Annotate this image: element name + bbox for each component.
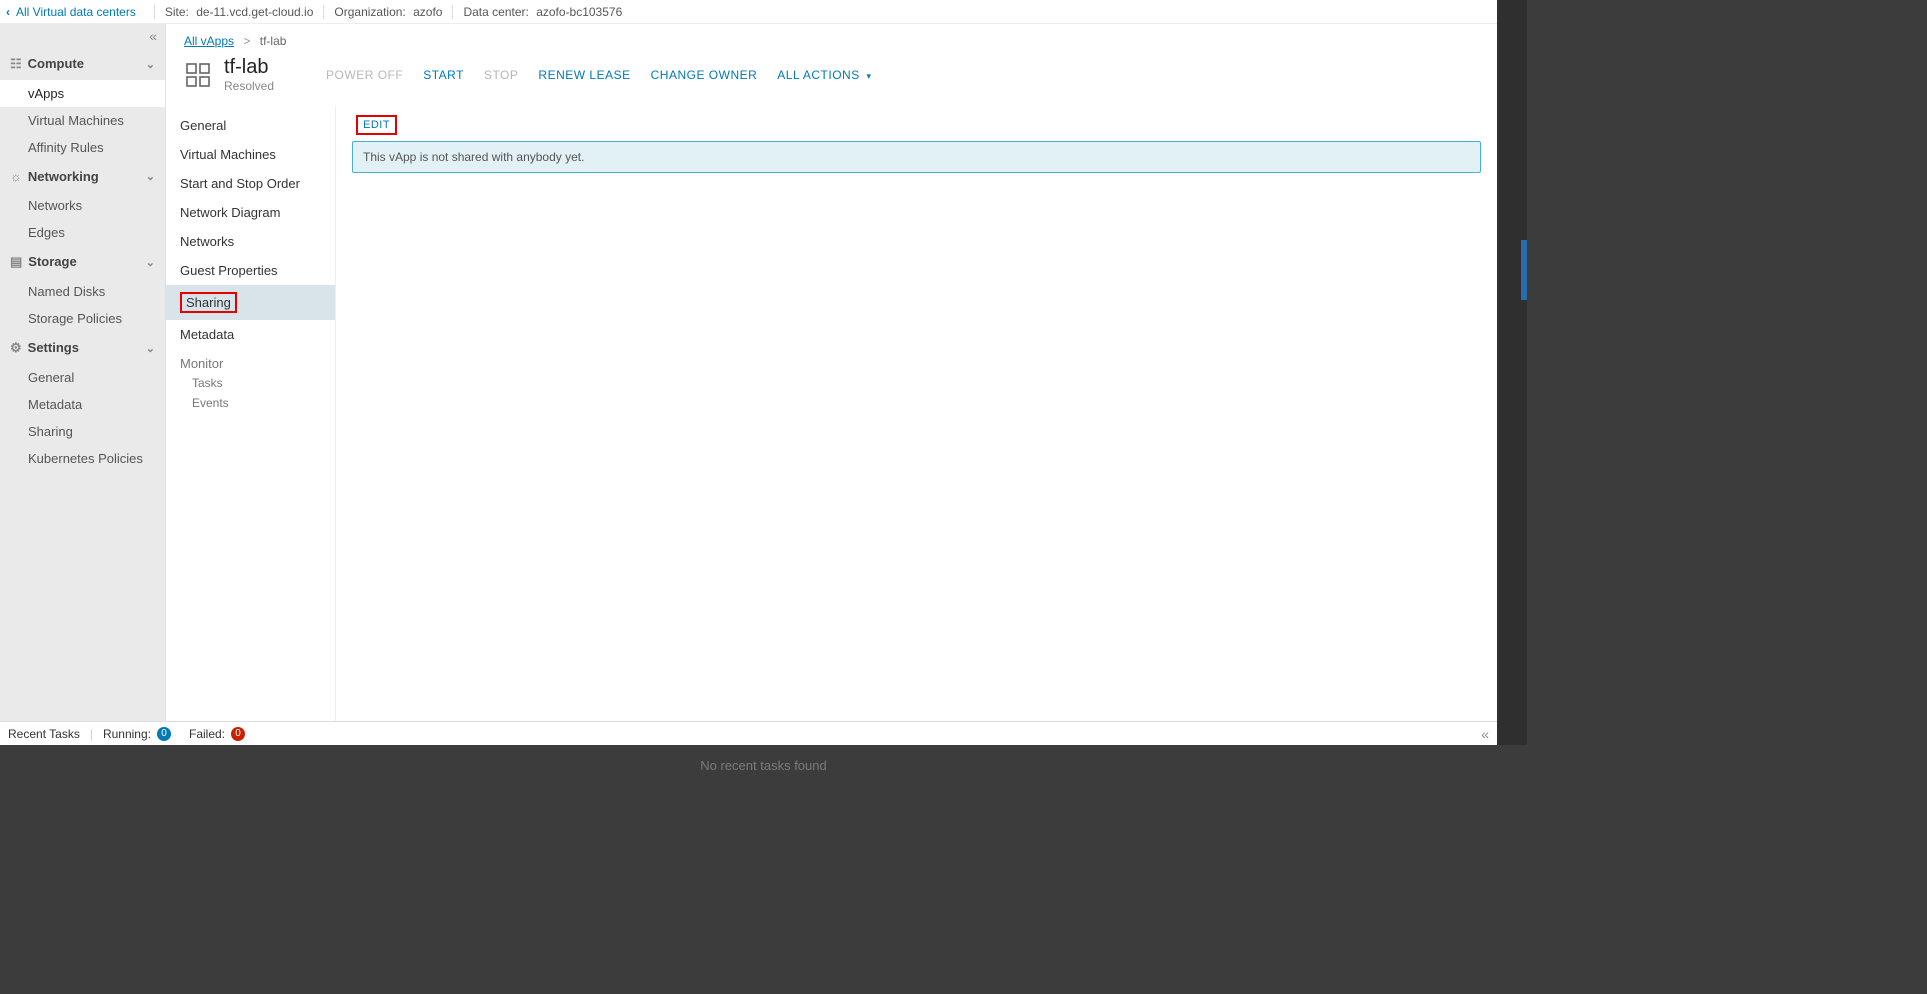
change-owner-button[interactable]: CHANGE OWNER — [651, 68, 758, 82]
dc-value: azofo-bc103576 — [536, 5, 622, 19]
recent-tasks-title: Recent Tasks — [8, 727, 80, 741]
sharing-info-box: This vApp is not shared with anybody yet… — [352, 141, 1481, 173]
chevron-down-icon: ⌄ — [146, 256, 155, 269]
chevron-down-icon: ⌄ — [146, 170, 155, 183]
dc-label: Data center: — [463, 5, 528, 19]
storage-icon: ▤ — [10, 254, 22, 269]
sidebar-item-edges[interactable]: Edges — [0, 219, 165, 246]
recent-tasks-bar: Recent Tasks | Running: 0 Failed: 0 « — [0, 721, 1497, 745]
failed-count-badge: 0 — [231, 727, 245, 741]
site-value: de-11.vcd.get-cloud.io — [196, 5, 313, 19]
sidebar-group-label: Settings — [28, 340, 79, 355]
sharing-panel: EDIT This vApp is not shared with anybod… — [336, 107, 1497, 721]
vapp-status: Resolved — [224, 79, 274, 93]
right-accent-strip — [1521, 240, 1527, 300]
sidebar-item-storage-policies[interactable]: Storage Policies — [0, 305, 165, 332]
breadcrumb-current: tf-lab — [260, 34, 287, 48]
page-title: tf-lab — [224, 56, 274, 79]
gear-icon: ⚙ — [10, 340, 22, 355]
sidebar-item-general[interactable]: General — [0, 364, 165, 391]
edit-button[interactable]: EDIT — [356, 115, 397, 135]
subnav-network-diagram[interactable]: Network Diagram — [166, 198, 335, 227]
action-bar: POWER OFF START STOP RENEW LEASE CHANGE … — [326, 68, 872, 82]
failed-label: Failed: — [189, 727, 225, 741]
chevron-down-icon: ⌄ — [146, 58, 155, 71]
subnav-monitor-header: Monitor — [166, 349, 335, 373]
left-sidebar: « ☷ Compute ⌄ vApps Virtual Machines Affi… — [0, 24, 166, 721]
header-row: tf-lab Resolved POWER OFF START STOP REN… — [166, 54, 1497, 107]
subnav-start-stop-order[interactable]: Start and Stop Order — [166, 169, 335, 198]
sidebar-group-networking[interactable]: ☼ Networking ⌄ — [0, 161, 165, 192]
subnav-general[interactable]: General — [166, 111, 335, 140]
dc-meta: Data center: azofo-bc103576 — [452, 5, 632, 19]
sidebar-group-label: Networking — [28, 169, 99, 184]
right-dark-strip — [1497, 0, 1527, 745]
collapse-sidebar-icon[interactable]: « — [0, 24, 165, 48]
site-meta: Site: de-11.vcd.get-cloud.io — [154, 5, 324, 19]
network-icon: ☼ — [10, 169, 22, 184]
no-recent-tasks-strip: No recent tasks found — [0, 745, 1527, 785]
stop-button: STOP — [484, 68, 518, 82]
breadcrumb: All vApps > tf-lab — [166, 24, 1497, 54]
subnav-events[interactable]: Events — [166, 393, 335, 413]
sidebar-item-metadata[interactable]: Metadata — [0, 391, 165, 418]
content-area: All vApps > tf-lab tf-lab Resolved — [166, 24, 1497, 721]
subnav-sharing[interactable]: Sharing — [166, 285, 335, 320]
sidebar-item-named-disks[interactable]: Named Disks — [0, 278, 165, 305]
subnav-tasks[interactable]: Tasks — [166, 373, 335, 393]
all-vdc-link[interactable]: All Virtual data centers — [16, 5, 136, 19]
subnav-metadata[interactable]: Metadata — [166, 320, 335, 349]
sidebar-item-virtual-machines[interactable]: Virtual Machines — [0, 107, 165, 134]
site-label: Site: — [165, 5, 189, 19]
running-count-badge: 0 — [157, 727, 171, 741]
org-meta: Organization: azofo — [323, 5, 452, 19]
sidebar-group-storage[interactable]: ▤ Storage ⌄ — [0, 246, 165, 278]
sidebar-item-vapps[interactable]: vApps — [0, 80, 165, 107]
power-off-button: POWER OFF — [326, 68, 403, 82]
chevron-down-icon: ⌄ — [146, 342, 155, 355]
expand-tasks-icon[interactable]: « — [1481, 726, 1489, 742]
topbar: ‹ All Virtual data centers Site: de-11.v… — [0, 0, 1497, 24]
detail-subnav: General Virtual Machines Start and Stop … — [166, 107, 336, 721]
sidebar-group-compute[interactable]: ☷ Compute ⌄ — [0, 48, 165, 80]
subnav-virtual-machines[interactable]: Virtual Machines — [166, 140, 335, 169]
chevron-down-icon: ▾ — [867, 71, 872, 81]
all-actions-label: ALL ACTIONS — [777, 68, 859, 82]
org-value: azofo — [413, 5, 442, 19]
sidebar-item-kubernetes-policies[interactable]: Kubernetes Policies — [0, 445, 165, 472]
subnav-networks[interactable]: Networks — [166, 227, 335, 256]
sidebar-item-networks[interactable]: Networks — [0, 192, 165, 219]
grid-icon: ☷ — [10, 56, 22, 71]
no-recent-tasks-text: No recent tasks found — [700, 758, 826, 773]
detail-area: General Virtual Machines Start and Stop … — [166, 107, 1497, 721]
sidebar-group-label: Storage — [28, 254, 76, 269]
running-label: Running: — [103, 727, 151, 741]
subnav-guest-properties[interactable]: Guest Properties — [166, 256, 335, 285]
main-row: « ☷ Compute ⌄ vApps Virtual Machines Affi… — [0, 24, 1497, 721]
app-window: ‹ All Virtual data centers Site: de-11.v… — [0, 0, 1497, 745]
all-actions-button[interactable]: ALL ACTIONS ▾ — [777, 68, 871, 82]
title-block: tf-lab Resolved — [224, 56, 274, 93]
sidebar-item-affinity-rules[interactable]: Affinity Rules — [0, 134, 165, 161]
renew-lease-button[interactable]: RENEW LEASE — [538, 68, 630, 82]
subnav-sharing-label: Sharing — [180, 292, 237, 313]
vapp-icon — [184, 61, 212, 89]
back-chevron-icon[interactable]: ‹ — [6, 5, 10, 19]
sidebar-group-settings[interactable]: ⚙ Settings ⌄ — [0, 332, 165, 364]
sidebar-item-sharing[interactable]: Sharing — [0, 418, 165, 445]
breadcrumb-root-link[interactable]: All vApps — [184, 34, 234, 48]
start-button[interactable]: START — [423, 68, 464, 82]
breadcrumb-sep: > — [243, 34, 250, 48]
sidebar-group-label: Compute — [28, 56, 84, 71]
org-label: Organization: — [334, 5, 405, 19]
